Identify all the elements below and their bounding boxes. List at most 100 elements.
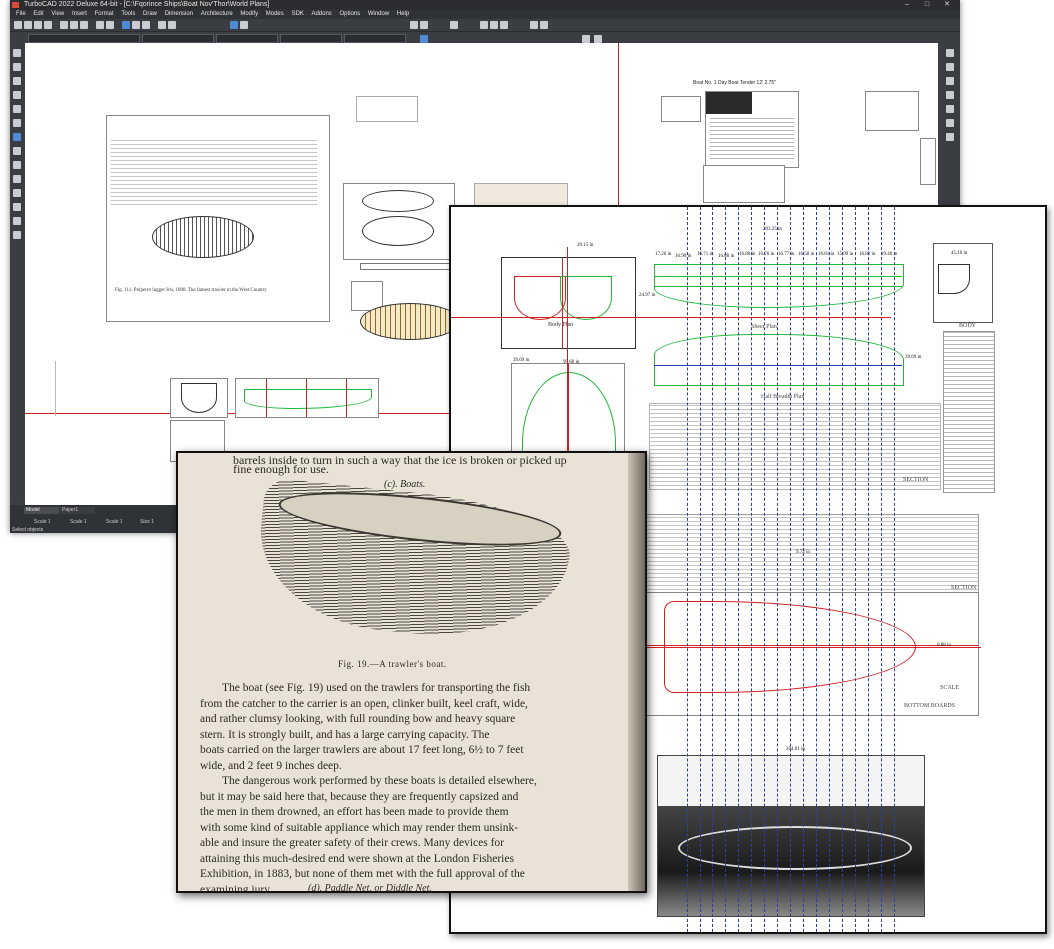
line-draw-icon[interactable]	[13, 63, 21, 71]
boat-thumb-image[interactable]	[865, 91, 919, 131]
paper-scan-image[interactable]	[474, 183, 568, 207]
menu-draw[interactable]: Draw	[143, 11, 157, 17]
snap-icon[interactable]	[420, 21, 428, 29]
bow-half-breadth-panel[interactable]	[511, 363, 625, 460]
tab-paper[interactable]: Paper1	[60, 507, 95, 514]
menu-help[interactable]: Help	[397, 11, 409, 17]
fill-icon[interactable]	[594, 35, 602, 43]
status-field[interactable]: Size 1	[140, 519, 165, 525]
palette-properties-icon[interactable]	[946, 77, 954, 85]
mirror-tool-icon[interactable]	[13, 217, 21, 225]
menu-addons[interactable]: Addons	[311, 11, 331, 17]
text-draw-icon[interactable]	[13, 147, 21, 155]
thumb-image[interactable]	[661, 96, 701, 122]
redo-icon[interactable]	[106, 21, 114, 29]
body-plan-panel[interactable]: Body Plan	[501, 257, 636, 349]
circle-tool-icon[interactable]	[13, 77, 21, 85]
line-tool-icon[interactable]	[480, 21, 488, 29]
minimize-button[interactable]: –	[900, 0, 914, 10]
menu-architecture[interactable]: Architecture	[201, 11, 233, 17]
undo-icon[interactable]	[96, 21, 104, 29]
boat-sketch-image[interactable]	[703, 165, 785, 203]
boat-reference-image[interactable]	[705, 91, 799, 168]
menu-window[interactable]: Window	[368, 11, 389, 17]
trim-tool-icon[interactable]	[13, 203, 21, 211]
palette-materials-icon[interactable]	[946, 119, 954, 127]
menu-options[interactable]: Options	[339, 11, 360, 17]
menu-modes[interactable]: Modes	[266, 11, 284, 17]
close-button[interactable]: ✕	[940, 0, 954, 10]
book-page-photo[interactable]: barrels inside to turn in such a way tha…	[176, 451, 647, 893]
snap-mode-icon[interactable]	[420, 35, 428, 43]
measure-icon[interactable]	[530, 21, 538, 29]
palette-lights-icon[interactable]	[946, 133, 954, 141]
empty-frame[interactable]	[356, 96, 418, 122]
boat-photo-panel[interactable]	[657, 755, 925, 917]
dimension-draw-icon[interactable]	[13, 133, 21, 141]
menu-format[interactable]: Format	[95, 11, 114, 17]
menu-dimension[interactable]: Dimension	[165, 11, 193, 17]
plan-view-panel[interactable]: BOTTOM BOARDS SCALE	[643, 592, 979, 716]
body-label: BODY	[959, 323, 977, 329]
menu-file[interactable]: File	[16, 11, 26, 17]
menu-edit[interactable]: Edit	[33, 11, 43, 17]
dimension-tool-icon[interactable]	[500, 21, 508, 29]
hatch-draw-icon[interactable]	[13, 161, 21, 169]
new-file-icon[interactable]	[14, 21, 22, 29]
zoom-window-icon[interactable]	[132, 21, 140, 29]
palette-layers-icon[interactable]	[946, 105, 954, 113]
open-file-icon[interactable]	[24, 21, 32, 29]
section-thumb[interactable]	[920, 138, 936, 185]
paste-icon[interactable]	[80, 21, 88, 29]
select-icon[interactable]	[410, 21, 418, 29]
menu-sdk[interactable]: SDK	[291, 11, 303, 17]
palette-design-director-icon[interactable]	[946, 49, 954, 57]
line-style-dropdown[interactable]	[344, 34, 406, 43]
status-field[interactable]: Scale 1	[70, 519, 95, 525]
sheer-profile[interactable]	[654, 250, 904, 314]
layer-dropdown[interactable]	[28, 34, 140, 43]
status-field[interactable]: Scale 1	[106, 519, 131, 525]
status-field[interactable]: Scale 1	[34, 519, 59, 525]
sheer-plan-thumb[interactable]	[235, 378, 379, 418]
color-icon[interactable]	[540, 21, 548, 29]
arc-tool-icon[interactable]	[13, 91, 21, 99]
polygon-tool-icon[interactable]	[13, 119, 21, 127]
section-scan[interactable]	[943, 331, 995, 493]
body-plan-thumb[interactable]	[170, 378, 228, 418]
lugger-plan-image[interactable]: Fig. 111. Polperro lugger Iris, 1898. Th…	[106, 115, 330, 322]
boat-top-view-image[interactable]	[360, 303, 460, 340]
rotate-tool-icon[interactable]	[13, 231, 21, 239]
hatch-icon[interactable]	[582, 35, 590, 43]
menu-insert[interactable]: Insert	[72, 11, 87, 17]
properties-icon[interactable]	[168, 21, 176, 29]
line-width-dropdown[interactable]	[280, 34, 342, 43]
cut-icon[interactable]	[60, 21, 68, 29]
dinghy-lines-image[interactable]	[343, 183, 455, 260]
grid-icon[interactable]	[450, 21, 458, 29]
zoom-extents-icon[interactable]	[142, 21, 150, 29]
text-tool-icon[interactable]	[490, 21, 498, 29]
select-tool-icon[interactable]	[13, 49, 21, 57]
tab-model[interactable]: Model	[24, 507, 59, 514]
save-icon[interactable]	[34, 21, 42, 29]
wireframe-icon[interactable]	[240, 21, 248, 29]
palette-library-icon[interactable]	[946, 63, 954, 71]
palette-blocks-icon[interactable]	[946, 91, 954, 99]
half-breadth-scan[interactable]	[649, 403, 941, 490]
layers-icon[interactable]	[158, 21, 166, 29]
menu-modify[interactable]: Modify	[240, 11, 258, 17]
modify-tool-icon[interactable]	[13, 189, 21, 197]
render-icon[interactable]	[230, 21, 238, 29]
insert-image-icon[interactable]	[13, 175, 21, 183]
zoom-icon[interactable]	[122, 21, 130, 29]
color-dropdown[interactable]	[142, 34, 214, 43]
menu-tools[interactable]: Tools	[121, 11, 135, 17]
inboard-profile-scan[interactable]	[643, 514, 979, 594]
print-icon[interactable]	[44, 21, 52, 29]
curve-tool-icon[interactable]	[13, 105, 21, 113]
maximize-button[interactable]: □	[920, 0, 934, 10]
menu-view[interactable]: View	[51, 11, 64, 17]
pen-dropdown[interactable]	[216, 34, 278, 43]
copy-icon[interactable]	[70, 21, 78, 29]
